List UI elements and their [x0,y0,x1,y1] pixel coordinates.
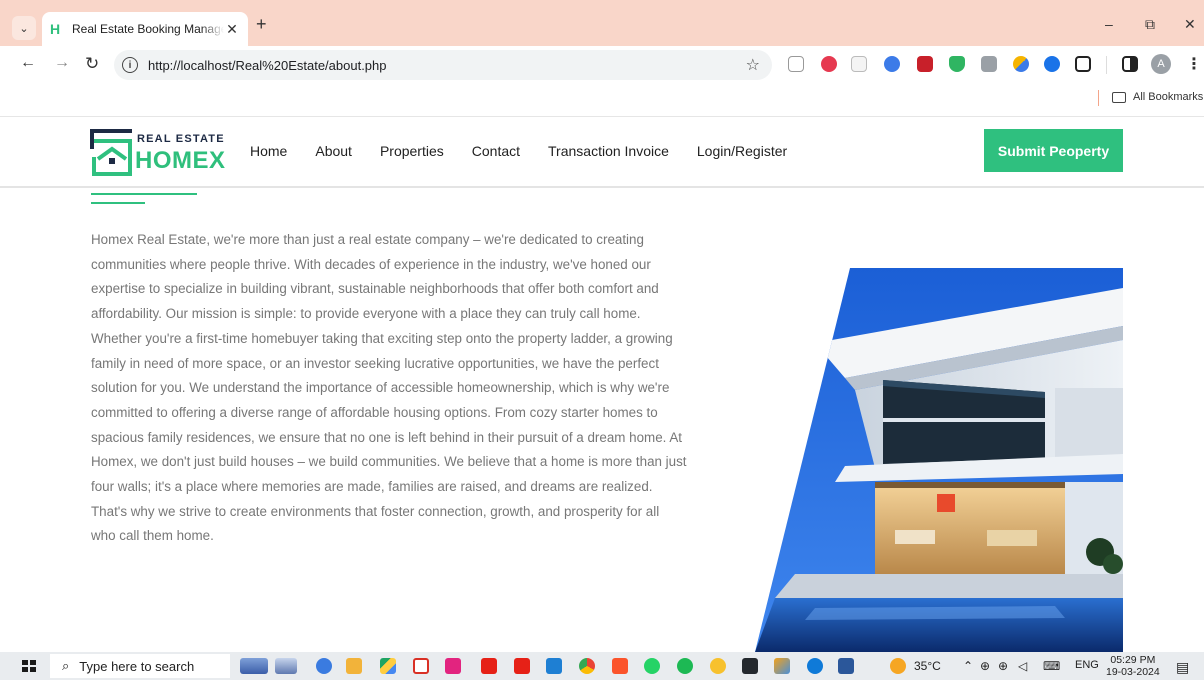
house-logo-icon [90,129,132,176]
browser-tab-strip: ⌄ H Real Estate Booking Management ✕ + –… [0,0,1204,46]
back-icon[interactable]: ← [20,54,36,72]
search-icon: ⌕ [62,658,70,673]
bookmark-star-icon[interactable]: ☆ [746,55,760,75]
profile-avatar[interactable]: A [1151,54,1171,74]
site-info-icon[interactable]: i [122,57,138,73]
section-accent-line [91,202,145,204]
nav-transaction-invoice[interactable]: Transaction Invoice [548,143,669,159]
new-tab-button[interactable]: + [256,14,267,35]
site-logo[interactable]: REAL ESTATE HOMEX [90,127,230,177]
file-explorer-icon[interactable] [346,658,362,674]
all-bookmarks-link[interactable]: All Bookmarks [1133,91,1203,103]
chrome-icon[interactable] [579,658,595,674]
taskbar-search-input[interactable]: ⌕ Type here to search [50,654,230,678]
address-bar[interactable]: i http://localhost/Real%20Estate/about.p… [114,50,772,80]
main-nav: Home About Properties Contact Transactio… [250,143,787,159]
site-header: REAL ESTATE HOMEX Home About Properties … [0,116,1204,188]
notion-extension-icon[interactable] [788,56,804,72]
close-window-icon[interactable]: ✕ [1184,16,1196,33]
nav-about[interactable]: About [315,143,352,159]
edge-icon[interactable] [807,658,823,674]
extension-icon[interactable] [1044,56,1060,72]
nav-contact[interactable]: Contact [472,143,520,159]
url-text[interactable]: http://localhost/Real%20Estate/about.php [148,58,387,73]
browser-tab[interactable]: H Real Estate Booking Management ✕ [42,12,248,46]
network-icon[interactable]: ⊕ [980,659,990,673]
bookmarks-divider [1098,90,1099,106]
whatsapp-icon[interactable] [644,658,660,674]
youtube-icon[interactable] [514,658,530,674]
extension-icon[interactable] [1013,56,1029,72]
tab-search-button[interactable]: ⌄ [12,16,36,40]
bookmarks-bar: All Bookmarks [0,84,1204,112]
gmail-icon[interactable] [413,658,429,674]
github-icon[interactable] [742,658,758,674]
tray-chevron-icon[interactable]: ⌃ [963,659,973,673]
toolbar-divider [1106,56,1107,74]
youtube-icon[interactable] [481,658,497,674]
app-icon[interactable] [445,658,461,674]
about-paragraph: Homex Real Estate, we're more than just … [91,232,687,544]
widget-image-icon[interactable] [275,658,297,674]
browser-menu-icon[interactable]: ⋮ [1186,54,1202,74]
vscode-icon[interactable] [546,658,562,674]
pdf-extension-icon[interactable] [917,56,933,72]
tab-title: Real Estate Booking Management [72,22,224,36]
word-icon[interactable] [838,658,854,674]
about-hero-image [755,268,1123,652]
clock-date: 19-03-2024 [1106,666,1160,678]
close-tab-icon[interactable]: ✕ [224,21,240,38]
app-icon[interactable] [774,658,790,674]
logo-tagline: REAL ESTATE [137,133,225,145]
globe-icon[interactable]: ⊕ [998,659,1008,673]
windows-start-icon[interactable] [22,660,36,672]
shield-extension-icon[interactable] [949,56,965,72]
app-icon[interactable] [710,658,726,674]
extension-icon[interactable] [981,56,997,72]
google-drive-icon[interactable] [380,658,396,674]
nav-login-register[interactable]: Login/Register [697,143,787,159]
submit-property-button[interactable]: Submit Peoperty [984,129,1123,172]
weather-icon [890,658,906,674]
minimize-icon[interactable]: – [1105,16,1113,32]
section-accent-line [91,193,197,195]
notifications-icon[interactable]: ▤ [1176,659,1189,676]
temperature-text[interactable]: 35°C [914,659,941,673]
keyboard-icon[interactable]: ⌨ [1043,659,1060,673]
tab-favicon-icon: H [50,21,61,37]
extensions-puzzle-icon[interactable] [1075,56,1091,72]
browser-toolbar: ← → ↻ i http://localhost/Real%20Estate/a… [0,46,1204,84]
taskbar-clock[interactable]: 05:29 PM 19-03-2024 [1106,654,1160,678]
nav-home[interactable]: Home [250,143,287,159]
folder-icon [1112,92,1126,103]
forward-icon[interactable]: → [54,54,70,72]
modern-house-image [755,268,1123,652]
extension-icon[interactable] [884,56,900,72]
widget-image-icon[interactable] [240,658,268,674]
reload-icon[interactable]: ↻ [85,54,99,74]
taskbar-search-placeholder: Type here to search [79,658,195,674]
extension-icon[interactable] [851,56,867,72]
brave-icon[interactable] [612,658,628,674]
logo-wordmark: HOMEX [135,147,226,174]
side-panel-icon[interactable] [1122,56,1138,72]
nav-properties[interactable]: Properties [380,143,444,159]
clock-time: 05:29 PM [1110,654,1156,666]
volume-icon[interactable]: ◁ [1018,659,1027,673]
windows-taskbar: ⌕ Type here to search 35°C ⌃ ⊕ ⊕ ◁ ⌨ ENG… [0,652,1204,680]
restore-icon[interactable]: ⧉ [1145,16,1155,33]
language-indicator[interactable]: ENG [1075,659,1099,671]
extension-icon[interactable] [821,56,837,72]
spotify-icon[interactable] [677,658,693,674]
app-icon[interactable] [316,658,332,674]
